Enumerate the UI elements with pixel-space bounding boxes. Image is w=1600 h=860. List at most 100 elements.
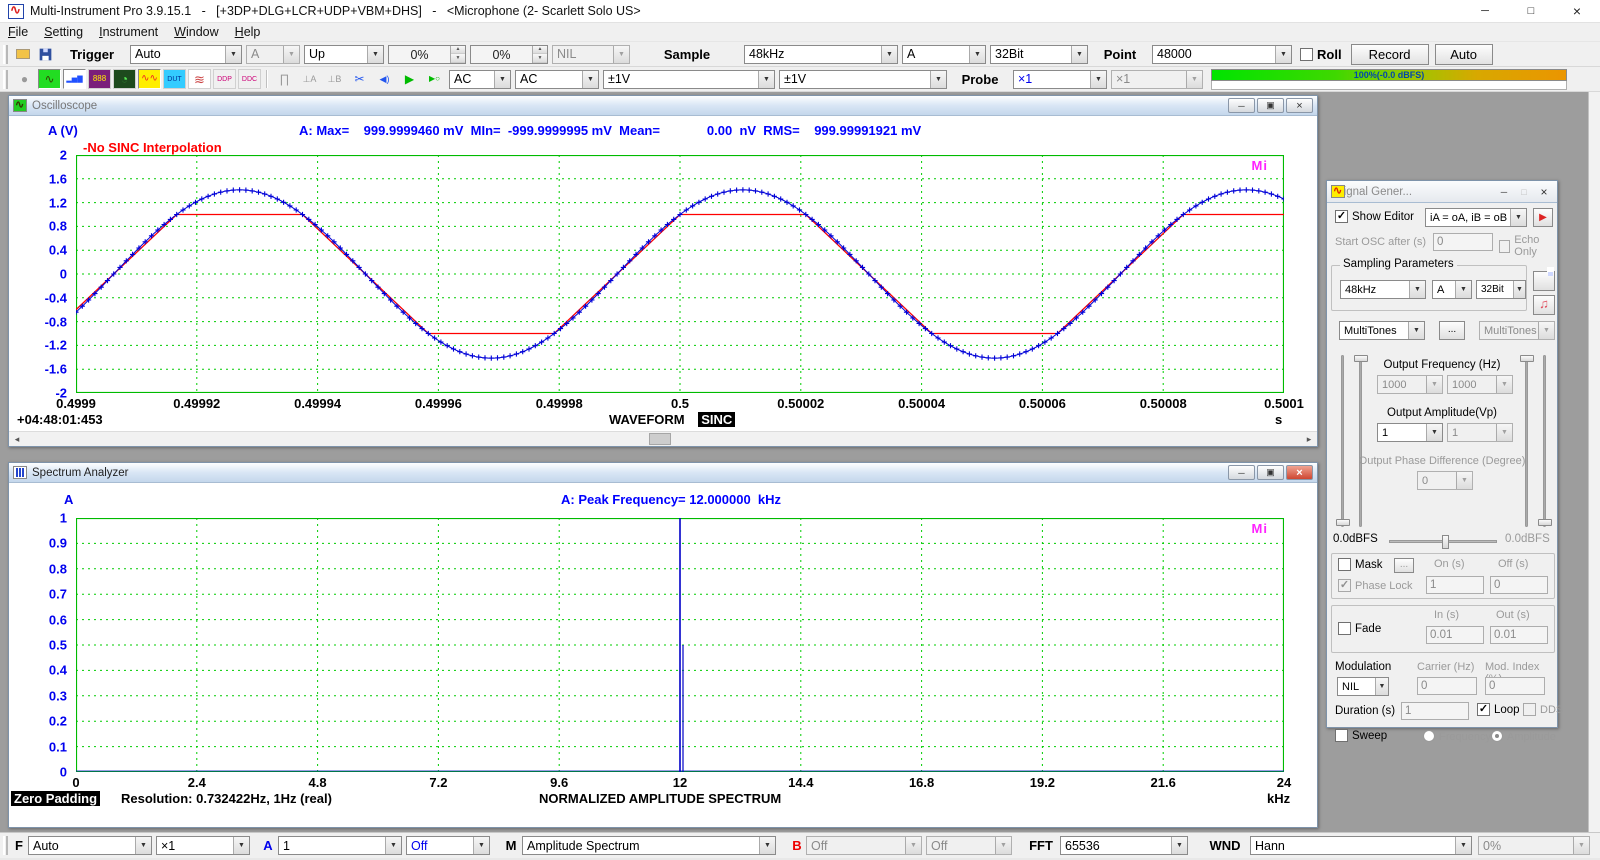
generator-bits-select[interactable]: 32Bit▼ — [1476, 280, 1526, 299]
slider-thumb[interactable] — [1538, 519, 1552, 526]
amplitude-b-coarse-slider[interactable] — [1543, 355, 1546, 527]
scroll-left-icon[interactable]: ◂ — [9, 432, 25, 446]
oscilloscope-title-bar[interactable]: Oscilloscope ─ ▣ × — [9, 96, 1317, 116]
show-editor-checkbox[interactable]: Show Editor — [1335, 210, 1414, 223]
scissors-icon[interactable]: ✂ — [348, 69, 371, 89]
panel-close-button[interactable]: × — [1286, 465, 1313, 480]
probe-b-select[interactable]: ×1▼ — [1111, 70, 1203, 89]
panel-restore-button[interactable]: ▣ — [1257, 98, 1284, 113]
window-function-select[interactable]: Hann▼ — [1250, 836, 1472, 855]
slider-thumb[interactable] — [1442, 535, 1449, 549]
panel-minimize-button[interactable]: ─ — [1228, 465, 1255, 480]
panel-close-button[interactable]: × — [1535, 184, 1553, 199]
run-icon[interactable]: ▶ — [398, 69, 421, 89]
trigger-level-spinner[interactable]: 0%▲▼ — [388, 45, 466, 64]
b-scale-select[interactable]: Off▼ — [806, 836, 922, 855]
coupling-a-select[interactable]: AC▼ — [449, 70, 511, 89]
panel-minimize-button[interactable]: ─ — [1228, 98, 1255, 113]
open-file-icon[interactable] — [13, 44, 33, 64]
roll-checkbox[interactable]: Roll — [1300, 47, 1342, 62]
frequency-b-select[interactable]: 1000▼ — [1447, 375, 1513, 394]
frequency-mult-select[interactable]: ×1▼ — [156, 836, 250, 855]
zero-padding-badge[interactable]: Zero Padding — [11, 791, 100, 806]
sinc-badge[interactable]: SINC — [698, 412, 735, 427]
record-indicator-icon[interactable]: ● — [13, 69, 36, 89]
horizontal-scrollbar[interactable]: ◂ ▸ — [9, 431, 1317, 446]
scroll-right-icon[interactable]: ▸ — [1301, 432, 1317, 446]
spin-up-icon[interactable]: ▲ — [451, 46, 465, 55]
duration-input[interactable] — [1401, 702, 1469, 720]
sample-rate-select[interactable]: 48kHz▼ — [744, 45, 898, 64]
waveform-b-select[interactable]: MultiTones▼ — [1479, 321, 1555, 340]
menu-item-setting[interactable]: Setting — [36, 25, 91, 39]
mask-checkbox[interactable]: Mask — [1338, 558, 1382, 571]
spectrum-title-bar[interactable]: Spectrum Analyzer ─ ▣ × — [9, 463, 1317, 483]
panel-restore-button[interactable]: □ — [1515, 184, 1533, 199]
spin-down-icon[interactable]: ▼ — [533, 54, 547, 63]
derived-data-points-icon[interactable]: ≋ — [188, 69, 211, 89]
mdi-vertical-scrollbar[interactable] — [1588, 92, 1600, 832]
spectrum-analyzer-icon[interactable]: ▂▅▇ — [63, 69, 86, 89]
sweep-frequency-radio[interactable] — [1423, 730, 1435, 742]
generator-channel-select[interactable]: A▼ — [1432, 280, 1472, 299]
a-off-select[interactable]: Off▼ — [406, 836, 490, 855]
waveform-a-select[interactable]: MultiTones▼ — [1339, 321, 1425, 340]
save-file-icon[interactable] — [35, 44, 55, 64]
points-select[interactable]: 48000▼ — [1152, 45, 1292, 64]
editor-mode-select[interactable]: iA = oA, iB = oB▼ — [1425, 208, 1527, 227]
probe-calibration-icon[interactable]: ∏ — [273, 69, 296, 89]
trigger-hpf-select[interactable]: NIL▼ — [552, 45, 630, 64]
range-a-select[interactable]: ±1V▼ — [603, 70, 775, 89]
oscilloscope-icon[interactable]: ∿ — [38, 69, 61, 89]
toolbar-grip[interactable] — [3, 836, 8, 855]
panel-close-button[interactable]: × — [1286, 98, 1313, 113]
panel-restore-button[interactable]: ▣ — [1257, 465, 1284, 480]
a-scale-select[interactable]: 1▼ — [278, 836, 402, 855]
trigger-mode-select[interactable]: Auto▼ — [130, 45, 242, 64]
record-button[interactable]: Record — [1351, 44, 1429, 65]
loop-checkbox[interactable]: Loop — [1477, 703, 1520, 716]
ground-b-icon[interactable]: ⊥B — [323, 69, 346, 89]
modulation-select[interactable]: NIL▼ — [1337, 677, 1389, 696]
probe-a-select[interactable]: ×1▼ — [1013, 70, 1107, 89]
toolbar-grip[interactable] — [3, 45, 8, 64]
menu-item-help[interactable]: Help — [227, 25, 269, 39]
sample-channel-select[interactable]: A▼ — [902, 45, 986, 64]
waveform-plot[interactable]: Mi — [76, 155, 1284, 393]
amplitude-a-coarse-slider[interactable] — [1341, 355, 1344, 527]
sweep-amplitude-radio[interactable] — [1491, 730, 1503, 742]
auto-button[interactable]: Auto — [1435, 44, 1493, 65]
sample-bits-select[interactable]: 32Bit▼ — [990, 45, 1088, 64]
minimize-button[interactable]: ─ — [1462, 0, 1508, 23]
phase-select[interactable]: 0▼ — [1417, 471, 1473, 490]
signal-generator-icon[interactable]: ∿∿ — [138, 69, 161, 89]
generator-rate-select[interactable]: 48kHz▼ — [1340, 280, 1426, 299]
menu-item-instrument[interactable]: Instrument — [91, 25, 166, 39]
amplitude-a-fine-slider[interactable] — [1359, 355, 1362, 527]
fft-size-select[interactable]: 65536▼ — [1060, 836, 1188, 855]
scrollbar-thumb[interactable] — [649, 433, 671, 445]
sweep-checkbox[interactable]: Sweep — [1335, 729, 1387, 742]
carrier-input[interactable] — [1417, 677, 1477, 695]
coupling-b-select[interactable]: AC▼ — [515, 70, 599, 89]
overlap-select[interactable]: 0%▼ — [1478, 836, 1590, 855]
ddc-icon[interactable]: DDC — [238, 69, 261, 89]
multimeter-icon[interactable]: 888 — [88, 69, 111, 89]
close-button[interactable]: × — [1554, 0, 1600, 23]
spectrum-plot[interactable]: Mi — [76, 518, 1284, 772]
toolbar-grip[interactable] — [3, 70, 8, 89]
mask-on-input[interactable] — [1426, 576, 1484, 594]
maximize-button[interactable]: □ — [1508, 0, 1554, 23]
signal-generator-title-bar[interactable]: Signal Gener... ─ □ × — [1327, 181, 1557, 203]
echo-only-checkbox[interactable]: Echo Only — [1499, 234, 1557, 258]
panel-minimize-button[interactable]: ─ — [1495, 184, 1513, 199]
spectrogram-icon[interactable]: ◔ — [113, 69, 136, 89]
slider-thumb[interactable] — [1336, 519, 1350, 526]
run-echo-icon[interactable]: ▶○ — [423, 69, 446, 89]
frequency-scale-select[interactable]: Auto▼ — [28, 836, 152, 855]
frequency-a-select[interactable]: 1000▼ — [1377, 375, 1443, 394]
trigger-source-select[interactable]: A▼ — [246, 45, 300, 64]
dut-icon[interactable]: DUT — [163, 69, 186, 89]
multitones-editor-button[interactable]: ... — [1439, 321, 1465, 340]
menu-item-window[interactable]: Window — [166, 25, 226, 39]
